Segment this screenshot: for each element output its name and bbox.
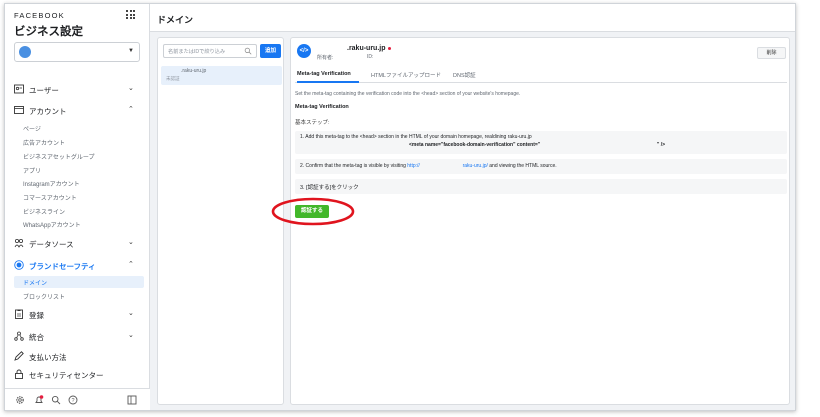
collapse-sidebar-icon[interactable] xyxy=(127,395,137,405)
sidebar-item-integrations[interactable]: 統合 ⌄ xyxy=(5,330,150,344)
add-domain-button[interactable]: 追加 xyxy=(260,44,281,58)
sidebar-item-accounts[interactable]: アカウント ⌃ xyxy=(5,104,150,118)
chevron-down-icon: ⌄ xyxy=(128,310,134,317)
sidebar-subitem-label: ドメイン xyxy=(23,281,48,287)
sidebar-subitem-ad-accounts[interactable]: 広告アカウント xyxy=(23,138,65,147)
data-sources-icon xyxy=(14,238,24,248)
sidebar-item-label: データソース xyxy=(29,240,74,249)
step-2: 2. Confirm that the meta-tag is visible … xyxy=(295,159,787,174)
sidebar-item-security-center[interactable]: セキュリティセンター xyxy=(5,368,150,382)
sidebar-item-label: ブランドセーフティ xyxy=(29,262,96,271)
active-tab-indicator xyxy=(297,81,359,83)
domain-title-text: .raku-uru.jp xyxy=(347,45,386,52)
sidebar-subitem-business-lines[interactable]: ビジネスライン xyxy=(23,207,65,216)
intro-text: Set the meta-tag containing the verifica… xyxy=(295,91,521,97)
status-dot xyxy=(387,46,391,50)
shield-icon xyxy=(14,260,24,270)
sidebar-item-brand-safety[interactable]: ブランドセーフティ ⌃ xyxy=(5,259,150,273)
sidebar-subitem-instagram[interactable]: Instagramアカウント xyxy=(23,179,80,188)
step-2-link-1[interactable]: http:// xyxy=(407,163,420,169)
folder-icon xyxy=(14,106,24,114)
step-3: 3. [認証する]をクリック xyxy=(295,179,787,194)
search-icon[interactable] xyxy=(51,395,61,405)
section-title: Meta-tag Verification xyxy=(295,104,349,110)
chevron-down-icon: ⌄ xyxy=(128,332,134,339)
chevron-down-icon: ▼ xyxy=(128,48,134,54)
step-1: 1. Add this meta-tag to the <head> secti… xyxy=(295,131,787,154)
delete-button[interactable]: 削除 xyxy=(757,47,786,59)
meta-tag-code-end: " /> xyxy=(657,142,666,148)
sidebar-item-registration[interactable]: 登録 ⌄ xyxy=(5,308,150,322)
sidebar-subitem-domains[interactable]: ドメイン xyxy=(14,276,144,288)
sidebar-item-label: 登録 xyxy=(29,311,44,320)
tab-html-upload[interactable]: HTMLファイルアップロード xyxy=(371,71,441,79)
chevron-down-icon: ⌄ xyxy=(128,85,134,92)
apps-grid-icon[interactable] xyxy=(126,10,135,19)
page-header: ドメイン xyxy=(150,4,795,32)
page-title: ドメイン xyxy=(157,15,194,25)
list-item[interactable]: .raku-uru.jp 未認証 xyxy=(161,66,282,85)
app-window: FACEBOOK ビジネス設定 ▼ ユーザー ⌄ アカウント ⌃ ページ 広告ア… xyxy=(4,3,796,411)
lock-icon xyxy=(15,369,23,379)
step-2-text: 2. Confirm that the meta-tag is visible … xyxy=(300,163,557,169)
step-2-prefix: 2. Confirm that the meta-tag is visible … xyxy=(300,163,406,169)
sidebar-subitem-blocklists[interactable]: ブロックリスト xyxy=(23,292,65,301)
meta-tag-code[interactable]: <meta name="facebook-domain-verification… xyxy=(409,142,540,148)
help-icon[interactable]: ? xyxy=(68,395,78,405)
chevron-up-icon: ⌃ xyxy=(128,106,134,113)
domain-detail-panel: </> .raku-uru.jp 所有者: ID: 削除 Meta-tag Ve… xyxy=(290,37,790,405)
step-3-text: 3. [認証する]をクリック xyxy=(300,185,359,191)
sidebar-item-payment-methods[interactable]: 支払い方法 xyxy=(5,350,150,364)
user-card-icon xyxy=(14,84,24,94)
chevron-down-icon: ⌄ xyxy=(128,239,134,246)
sidebar: FACEBOOK ビジネス設定 ▼ ユーザー ⌄ アカウント ⌃ ページ 広告ア… xyxy=(5,4,150,410)
domain-list-panel: 名前またはIDで絞り込み 追加 .raku-uru.jp 未認証 xyxy=(157,37,284,405)
sidebar-item-label: 統合 xyxy=(29,333,44,342)
step-1-text: 1. Add this meta-tag to the <head> secti… xyxy=(300,134,532,140)
sidebar-subitem-asset-groups[interactable]: ビジネスアセットグループ xyxy=(23,152,95,161)
verify-button[interactable]: 認証する xyxy=(295,205,329,218)
sidebar-item-users[interactable]: ユーザー ⌄ xyxy=(5,83,150,97)
pencil-icon xyxy=(14,351,24,361)
business-settings-title: ビジネス設定 xyxy=(14,26,83,38)
business-avatar xyxy=(19,46,31,58)
integrations-icon xyxy=(14,331,24,341)
sidebar-bottom-toolbar: ? xyxy=(5,388,150,410)
notification-bell-icon[interactable] xyxy=(34,395,44,405)
brand-logo: FACEBOOK xyxy=(14,11,65,20)
sidebar-subitem-apps[interactable]: アプリ xyxy=(23,166,41,175)
tab-meta-tag[interactable]: Meta-tag Verification xyxy=(297,71,351,77)
sidebar-item-label: 支払い方法 xyxy=(29,353,67,362)
verification-tabs: Meta-tag Verification HTMLファイルアップロード DNS… xyxy=(295,68,787,83)
sidebar-item-label: ユーザー xyxy=(29,86,59,95)
domain-title: .raku-uru.jp xyxy=(347,45,391,52)
steps-label: 基本ステップ: xyxy=(295,120,330,126)
sidebar-subitem-pages[interactable]: ページ xyxy=(23,124,41,133)
domain-name: .raku-uru.jp xyxy=(181,68,207,74)
gear-icon[interactable] xyxy=(15,395,25,405)
owner-label: 所有者: xyxy=(317,55,334,61)
sidebar-subitem-whatsapp[interactable]: WhatsAppアカウント xyxy=(23,220,81,229)
sidebar-item-label: セキュリティセンター xyxy=(29,371,104,380)
tab-dns[interactable]: DNS認証 xyxy=(453,71,476,79)
sidebar-item-label: アカウント xyxy=(29,107,67,116)
sidebar-subitem-commerce[interactable]: コマースアカウント xyxy=(23,193,77,202)
search-placeholder: 名前またはIDで絞り込み xyxy=(168,49,226,55)
chevron-up-icon: ⌃ xyxy=(128,261,134,268)
svg-text:?: ? xyxy=(71,398,74,404)
search-icon xyxy=(244,47,252,55)
code-icon: </> xyxy=(297,44,311,58)
id-label: ID: xyxy=(367,54,374,60)
business-account-select[interactable]: ▼ xyxy=(14,42,140,62)
step-2-link-2[interactable]: raku-uru.jp/ xyxy=(463,163,488,169)
status-badge: 未認証 xyxy=(166,76,180,81)
clipboard-icon xyxy=(15,309,23,319)
step-2-suffix: and viewing the HTML source. xyxy=(489,163,557,169)
sidebar-item-data-sources[interactable]: データソース ⌄ xyxy=(5,237,150,251)
search-input[interactable]: 名前またはIDで絞り込み xyxy=(163,44,257,58)
